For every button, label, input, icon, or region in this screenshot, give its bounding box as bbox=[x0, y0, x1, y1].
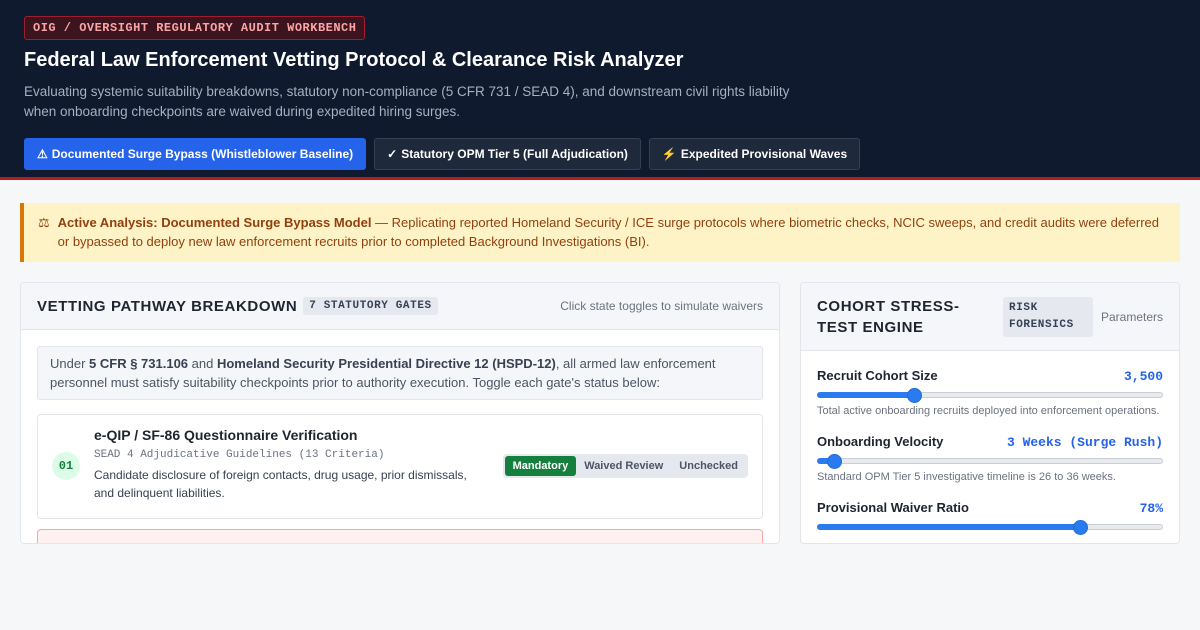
mode-button-opm-tier5[interactable]: ✓ Statutory OPM Tier 5 (Full Adjudicatio… bbox=[374, 138, 641, 170]
slider-thumb[interactable] bbox=[906, 388, 922, 403]
panel-hint: Parameters bbox=[1100, 309, 1163, 324]
statutory-intro: Under 5 CFR § 731.106 and Homeland Secur… bbox=[37, 346, 763, 400]
cohort-size-slider[interactable] bbox=[817, 388, 1163, 403]
page-title: Federal Law Enforcement Vetting Protocol… bbox=[24, 49, 684, 71]
panel-hint: Click state toggles to simulate waivers bbox=[560, 299, 763, 313]
gate-card: 01 e-QIP / SF-86 Questionnaire Verificat… bbox=[37, 414, 763, 519]
status-option-waived-review[interactable]: Waived Review bbox=[576, 456, 671, 476]
intro-text: and bbox=[188, 356, 217, 371]
slider-thumb[interactable] bbox=[1072, 520, 1088, 535]
gate-title: e-QIP / SF-86 Questionnaire Verification bbox=[94, 427, 358, 443]
stress-test-panel: COHORT STRESS-TEST ENGINE RISK FORENSICS… bbox=[800, 282, 1180, 544]
check-icon: ✓ bbox=[387, 147, 398, 161]
param-waiver-ratio: Provisional Waiver Ratio 78% bbox=[801, 500, 1179, 535]
active-analysis-banner: ⚖ Active Analysis: Documented Surge Bypa… bbox=[20, 203, 1180, 262]
gate-reference: SEAD 4 Adjudicative Guidelines (13 Crite… bbox=[94, 449, 385, 461]
risk-forensics-badge: RISK FORENSICS bbox=[1003, 296, 1093, 337]
gate-card-partial bbox=[37, 529, 763, 543]
mode-button-label: Expedited Provisional Waves bbox=[680, 147, 848, 161]
panel-header: VETTING PATHWAY BREAKDOWN 7 STATUTORY GA… bbox=[21, 283, 779, 330]
gate-description: Candidate disclosure of foreign contacts… bbox=[94, 468, 467, 500]
mode-button-expedited-waves[interactable]: ⚡ Expedited Provisional Waves bbox=[648, 138, 861, 170]
intro-citation-cfr: 5 CFR § 731.106 bbox=[89, 356, 189, 371]
param-label: Recruit Cohort Size bbox=[817, 368, 938, 383]
page-subtitle: Evaluating systemic suitability breakdow… bbox=[24, 84, 790, 119]
scale-icon: ⚖ bbox=[38, 215, 50, 230]
gate-body: e-QIP / SF-86 Questionnaire Verification… bbox=[94, 427, 484, 502]
param-label: Provisional Waiver Ratio bbox=[817, 500, 969, 515]
banner-heading: Active Analysis: Documented Surge Bypass… bbox=[57, 215, 372, 230]
workbench-kicker: OIG / OVERSIGHT REGULATORY AUDIT WORKBEN… bbox=[24, 16, 366, 40]
onboarding-velocity-slider[interactable] bbox=[817, 454, 1163, 469]
param-value: 3 Weeks (Surge Rush) bbox=[1006, 435, 1163, 450]
slider-thumb[interactable] bbox=[827, 454, 843, 469]
gate-status-toggle: Mandatory Waived Review Unchecked bbox=[502, 454, 748, 478]
vetting-pathway-panel: VETTING PATHWAY BREAKDOWN 7 STATUTORY GA… bbox=[20, 282, 780, 544]
param-value: 78% bbox=[1139, 501, 1163, 516]
panel-header: COHORT STRESS-TEST ENGINE RISK FORENSICS… bbox=[801, 283, 1179, 351]
intro-text: Under bbox=[50, 356, 90, 371]
app-header: OIG / OVERSIGHT REGULATORY AUDIT WORKBEN… bbox=[0, 0, 1200, 180]
param-onboarding-velocity: Onboarding Velocity 3 Weeks (Surge Rush)… bbox=[801, 434, 1179, 483]
param-note: Standard OPM Tier 5 investigative timeli… bbox=[817, 471, 1116, 483]
param-cohort-size: Recruit Cohort Size 3,500 Total active o… bbox=[801, 368, 1179, 417]
gate-count-badge: 7 STATUTORY GATES bbox=[303, 297, 438, 315]
mode-button-label: Statutory OPM Tier 5 (Full Adjudication) bbox=[401, 147, 628, 161]
gate-number: 01 bbox=[52, 452, 80, 480]
panel-title: VETTING PATHWAY BREAKDOWN bbox=[37, 297, 298, 315]
param-value: 3,500 bbox=[1123, 369, 1163, 384]
param-label: Onboarding Velocity bbox=[817, 434, 944, 449]
banner-text: Active Analysis: Documented Surge Bypass… bbox=[58, 213, 1164, 262]
panel-title: COHORT STRESS-TEST ENGINE bbox=[817, 297, 960, 336]
status-option-mandatory[interactable]: Mandatory bbox=[504, 456, 577, 476]
status-option-unchecked[interactable]: Unchecked bbox=[671, 456, 746, 476]
lightning-icon: ⚡ bbox=[661, 147, 677, 161]
intro-citation-hspd: Homeland Security Presidential Directive… bbox=[216, 356, 556, 371]
mode-button-label: Documented Surge Bypass (Whistleblower B… bbox=[51, 147, 354, 161]
slider-fill bbox=[817, 524, 1080, 530]
warning-icon: ⚠ bbox=[37, 147, 48, 161]
param-note: Total active onboarding recruits deploye… bbox=[817, 405, 1160, 417]
waiver-ratio-slider[interactable] bbox=[817, 520, 1163, 535]
mode-button-surge-bypass[interactable]: ⚠ Documented Surge Bypass (Whistleblower… bbox=[24, 138, 367, 170]
scenario-mode-bar: ⚠ Documented Surge Bypass (Whistleblower… bbox=[24, 138, 1176, 170]
slider-fill bbox=[817, 392, 914, 398]
slider-track bbox=[817, 458, 1163, 464]
